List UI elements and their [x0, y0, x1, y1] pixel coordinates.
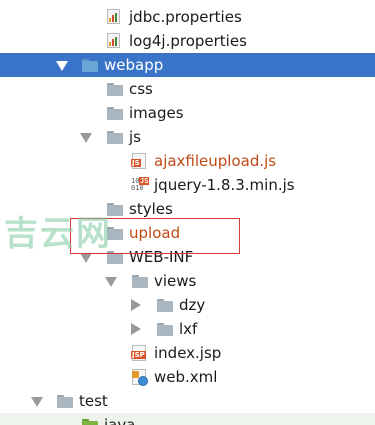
web-folder-icon — [82, 59, 98, 72]
tree-item-test[interactable]: test — [0, 389, 375, 413]
tree-item-css[interactable]: css — [0, 77, 375, 101]
tree-item-label: images — [129, 104, 184, 122]
tree-item-jdbc-properties[interactable]: jdbc.properties — [0, 5, 375, 29]
tree-item-jquery-min-js[interactable]: 101 010 JS jquery-1.8.3.min.js — [0, 173, 375, 197]
folder-icon — [107, 107, 123, 120]
tree-item-lxf[interactable]: lxf — [0, 317, 375, 341]
watermark: 吉云网 — [4, 214, 112, 254]
source-folder-icon — [82, 419, 98, 425]
tree-item-label: dzy — [179, 296, 206, 314]
minified-js-file-icon: 101 010 JS — [131, 177, 150, 192]
tree-item-label: ajaxfileupload.js — [154, 152, 277, 170]
chevron-down-icon[interactable] — [105, 277, 117, 287]
tree-item-label: webapp — [104, 56, 164, 74]
tree-item-ajaxfileupload-js[interactable]: JS ajaxfileupload.js — [0, 149, 375, 173]
chevron-right-icon[interactable] — [131, 299, 141, 311]
tree-item-js[interactable]: js — [0, 125, 375, 149]
chevron-down-icon[interactable] — [31, 397, 43, 407]
tree-item-views[interactable]: views — [0, 269, 375, 293]
properties-file-icon — [107, 9, 120, 24]
tree-item-label: java — [104, 416, 136, 425]
folder-icon — [157, 323, 173, 336]
folder-icon — [107, 131, 123, 144]
chevron-down-icon[interactable] — [56, 61, 68, 71]
tree-item-label: log4j.properties — [129, 32, 247, 50]
chevron-right-icon[interactable] — [131, 323, 141, 335]
project-tree: jdbc.properties log4j.properties webapp … — [0, 0, 375, 425]
properties-file-icon — [107, 33, 120, 48]
tree-item-label: lxf — [179, 320, 198, 338]
tree-item-label: styles — [129, 200, 173, 218]
tree-item-label: js — [129, 128, 141, 146]
tree-item-log4j-properties[interactable]: log4j.properties — [0, 29, 375, 53]
tree-item-web-xml[interactable]: web.xml — [0, 365, 375, 389]
tree-item-label: index.jsp — [154, 344, 222, 362]
tree-item-dzy[interactable]: dzy — [0, 293, 375, 317]
tree-item-label: css — [129, 80, 153, 98]
folder-icon — [132, 275, 148, 288]
tree-item-index-jsp[interactable]: JSP index.jsp — [0, 341, 375, 365]
xml-file-icon — [132, 369, 148, 386]
folder-icon — [57, 395, 73, 408]
folder-icon — [157, 299, 173, 312]
folder-icon — [107, 83, 123, 96]
tree-item-images[interactable]: images — [0, 101, 375, 125]
js-file-icon: JS — [131, 153, 146, 169]
tree-item-java[interactable]: java — [0, 413, 375, 425]
tree-item-label: test — [79, 392, 108, 410]
tree-item-label: views — [154, 272, 197, 290]
tree-item-label: jdbc.properties — [129, 8, 242, 26]
chevron-down-icon[interactable] — [80, 133, 92, 143]
tree-item-label: web.xml — [154, 368, 218, 386]
jsp-file-icon: JSP — [131, 345, 146, 361]
tree-item-webapp[interactable]: webapp — [0, 53, 375, 77]
tree-item-label: jquery-1.8.3.min.js — [154, 176, 295, 194]
